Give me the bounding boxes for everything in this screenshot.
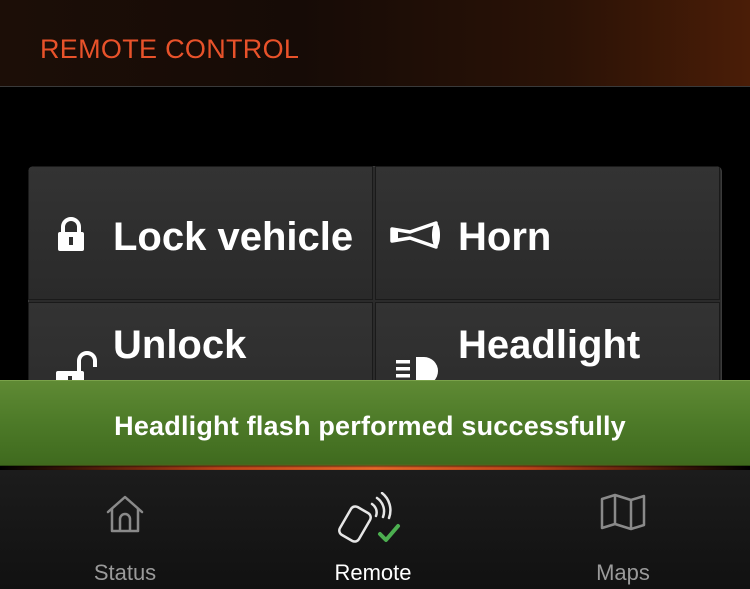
page-title: REMOTE CONTROL [40,34,300,64]
tab-status-label: Status [93,560,157,585]
tab-remote[interactable]: Remote [248,470,498,589]
toast-message: Headlight flash performed successfully [114,411,626,441]
map-icon [599,492,647,537]
tab-maps-label: Maps [596,560,650,585]
lock-vehicle-button[interactable]: Lock vehicle [28,166,373,300]
tab-status[interactable]: Status [0,470,250,589]
app-screen: REMOTE CONTROL Lock vehicle Horn Unlock … [0,0,750,589]
bottom-tab-bar: Status Remote Maps [0,470,750,589]
home-icon [103,492,147,541]
lock-vehicle-label: Lock vehicle [113,215,354,259]
unlock-label: Unlock [113,323,247,367]
tab-maps[interactable]: Maps [498,470,748,589]
lock-icon [55,217,87,258]
horn-label: Horn [458,215,552,259]
horn-button[interactable]: Horn [375,166,720,300]
tab-remote-label: Remote [334,560,412,585]
horn-icon [390,221,442,254]
headlight-label: Headlight [458,323,641,367]
success-toast: Headlight flash performed successfully [0,380,750,466]
header-bar: REMOTE CONTROL [0,0,750,87]
remote-key-icon [338,491,408,553]
